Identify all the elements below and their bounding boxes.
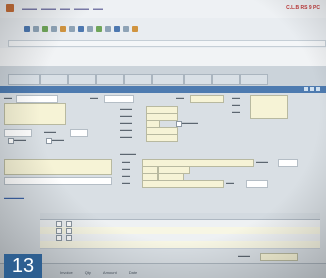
field-label: ▬▬ — [122, 166, 130, 171]
tab[interactable] — [68, 74, 96, 85]
toolbar-icon[interactable] — [105, 26, 111, 32]
form-field[interactable] — [278, 159, 298, 167]
line-items-header — [40, 213, 320, 220]
form-field[interactable] — [104, 95, 134, 103]
toolbar-icon[interactable] — [24, 26, 30, 32]
brand-label: C.L.B RS 9 PC — [286, 5, 320, 11]
section-label: ▬▬▬▬ — [120, 151, 136, 156]
tab[interactable] — [152, 74, 184, 85]
toolbar-icon[interactable] — [33, 26, 39, 32]
field-label: ▬▬ — [90, 95, 98, 100]
menu-item[interactable]: ▬▬▬ — [41, 6, 56, 12]
tab[interactable] — [96, 74, 124, 85]
menu-items: ▬▬▬ ▬▬▬ ▬▬ ▬▬▬ ▬▬ — [22, 6, 103, 12]
field-label: ▬▬▬ — [120, 106, 132, 111]
toolbar-icon[interactable] — [123, 26, 129, 32]
toolbar-icon[interactable] — [69, 26, 75, 32]
document-form: ▬▬ ▬▬ ▬▬ ▬▬ ▬▬ ▬▬ ▬▬▬ ▬▬▬ ▬▬▬ ▬▬▬▬ ▬▬▬ ▬… — [0, 93, 326, 278]
notes-field[interactable] — [250, 95, 288, 119]
form-field[interactable] — [142, 180, 224, 188]
section-link[interactable]: ▬▬▬▬▬ — [4, 195, 24, 200]
field-label: ▬▬▬ — [238, 253, 250, 258]
field-label: ▬▬ — [122, 159, 130, 164]
tab[interactable] — [212, 74, 240, 85]
page-number-badge: 13 — [4, 254, 42, 278]
form-field[interactable] — [4, 177, 112, 185]
footer-column: Invoice — [60, 270, 73, 275]
form-field[interactable] — [246, 180, 268, 188]
maximize-icon[interactable] — [310, 87, 314, 91]
footer-columns: Invoice Qty Amount Date — [0, 263, 326, 278]
toolbar-icon[interactable] — [78, 26, 84, 32]
row-checkbox[interactable] — [56, 221, 62, 227]
row-checkbox[interactable] — [56, 235, 62, 241]
form-field[interactable] — [16, 95, 58, 103]
workspace-background — [0, 48, 326, 66]
tab-strip — [0, 66, 326, 86]
toolbar-icon[interactable] — [114, 26, 120, 32]
field-label: ▬▬▬ — [52, 137, 64, 142]
field-label: ▬▬▬ — [44, 129, 56, 134]
field-label: ▬▬ — [232, 102, 240, 107]
menu-item[interactable]: ▬▬ — [60, 6, 70, 12]
form-field[interactable] — [190, 95, 224, 103]
tab[interactable] — [8, 74, 40, 85]
field-label: ▬▬▬ — [14, 137, 26, 142]
row-checkbox[interactable] — [56, 228, 62, 234]
screenshot-photo: ▬▬▬ ▬▬▬ ▬▬ ▬▬▬ ▬▬ C.L.B RS 9 PC ▬▬ ▬▬ ▬▬… — [0, 0, 326, 278]
field-label: ▬▬ — [122, 173, 130, 178]
address-field[interactable] — [8, 40, 326, 47]
field-label: ▬▬▬ — [120, 120, 132, 125]
field-label: ▬▬▬ — [120, 113, 132, 118]
tab[interactable] — [40, 74, 68, 85]
tab[interactable] — [184, 74, 212, 85]
field-label: ▬▬ — [4, 95, 12, 100]
field-label: ▬▬▬ — [120, 127, 132, 132]
app-logo-icon — [6, 4, 14, 12]
field-label: ▬▬ — [226, 180, 234, 185]
tab[interactable] — [124, 74, 152, 85]
window-header — [0, 86, 326, 93]
row-checkbox[interactable] — [66, 221, 72, 227]
toolbar-icon[interactable] — [51, 26, 57, 32]
field-label: ▬▬▬ — [120, 134, 132, 139]
minimize-icon[interactable] — [304, 87, 308, 91]
row-checkbox[interactable] — [66, 235, 72, 241]
field-label: ▬▬▬▬ — [182, 120, 198, 125]
form-field[interactable] — [4, 129, 32, 137]
toolbar-icon[interactable] — [132, 26, 138, 32]
row-checkbox[interactable] — [66, 228, 72, 234]
field-label: ▬▬ — [232, 95, 240, 100]
address-box[interactable] — [4, 103, 66, 125]
toolbar-icon[interactable] — [87, 26, 93, 32]
footer-column: Qty — [84, 270, 91, 275]
toolbar — [0, 18, 326, 49]
memo-field[interactable] — [4, 159, 112, 175]
footer-column: Amount — [102, 270, 117, 275]
close-icon[interactable] — [316, 87, 320, 91]
total-field[interactable] — [260, 253, 298, 261]
menu-item[interactable]: ▬▬ — [93, 6, 103, 12]
menu-item[interactable]: ▬▬▬ — [74, 6, 89, 12]
field-label: ▬▬ — [176, 95, 184, 100]
field-label: ▬▬▬ — [256, 159, 268, 164]
toolbar-icon[interactable] — [42, 26, 48, 32]
field-label: ▬▬ — [122, 180, 130, 185]
form-field[interactable] — [146, 134, 178, 142]
tab[interactable] — [240, 74, 268, 85]
menu-bar: ▬▬▬ ▬▬▬ ▬▬ ▬▬▬ ▬▬ C.L.B RS 9 PC — [0, 0, 326, 18]
footer-column: Date — [128, 270, 138, 275]
table-row[interactable] — [40, 241, 320, 249]
toolbar-icon[interactable] — [60, 26, 66, 32]
field-label: ▬▬ — [232, 109, 240, 114]
form-field[interactable] — [70, 129, 88, 137]
menu-item[interactable]: ▬▬▬ — [22, 6, 37, 12]
toolbar-icon[interactable] — [96, 26, 102, 32]
